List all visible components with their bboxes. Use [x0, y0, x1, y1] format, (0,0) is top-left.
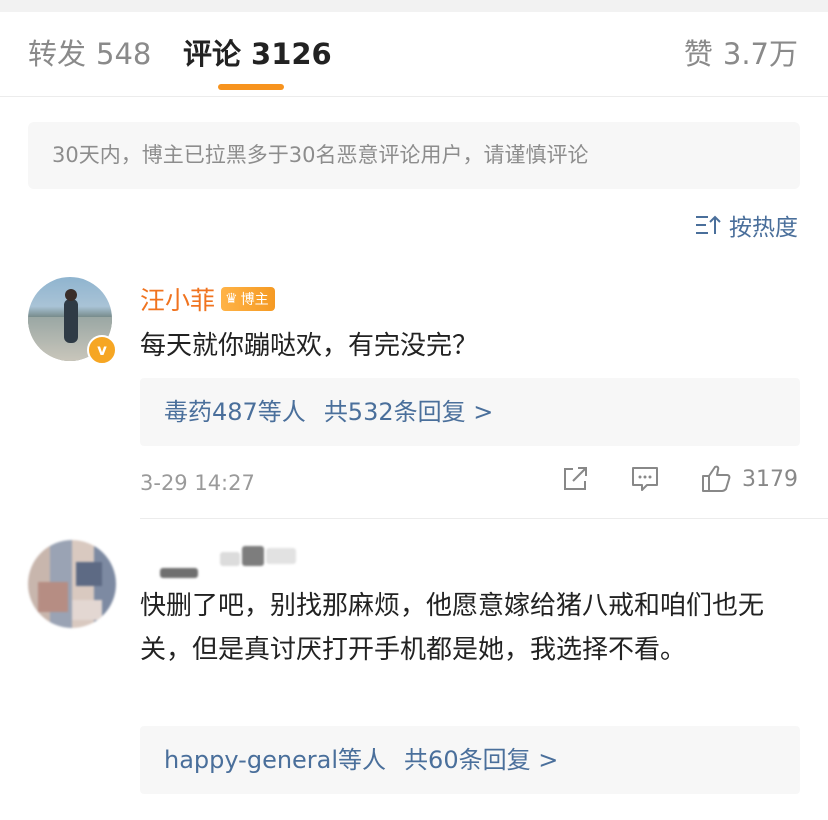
- status-strip: [0, 0, 828, 12]
- reply-users: happy-general等人: [164, 746, 387, 774]
- sort-label: 按热度: [729, 215, 798, 241]
- comment-warning-notice: 30天内，博主已拉黑多于30名恶意评论用户，请谨慎评论: [28, 122, 800, 189]
- tab-comment-count: 3126: [251, 37, 332, 71]
- blogger-badge: ♛ 博主: [221, 287, 275, 311]
- avatar-photo-figure: [64, 299, 78, 343]
- tab-like[interactable]: 赞 3.7万: [684, 36, 798, 72]
- replies-link[interactable]: 毒药487等人 共532条回复 >: [140, 378, 800, 446]
- reply-count: 共532条回复 >: [323, 398, 494, 426]
- comment-divider: [140, 518, 828, 519]
- reply-button[interactable]: [630, 464, 660, 494]
- tab-repost-label: 转发: [28, 37, 87, 71]
- avatar-blurred[interactable]: [28, 540, 116, 628]
- tab-comment[interactable]: 评论 3126: [183, 36, 332, 72]
- tab-bar: 转发 548 评论 3126 赞 3.7万: [0, 12, 828, 97]
- like-count: 3179: [742, 466, 798, 492]
- tab-comment-label: 评论: [183, 37, 242, 71]
- share-icon: [564, 467, 587, 490]
- comment-actions: 3179: [560, 464, 798, 494]
- comment-time: 3-29 14:27: [140, 471, 255, 495]
- replies-link[interactable]: happy-general等人 共60条回复 >: [140, 726, 800, 794]
- reply-users: 毒药487等人: [164, 398, 306, 426]
- avatar-photo-head: [65, 289, 77, 301]
- reply-count: 共60条回复 >: [404, 746, 559, 774]
- crown-icon: ♛: [225, 291, 238, 307]
- comment-text: 每天就你蹦哒欢，有完没完？: [140, 331, 479, 361]
- active-tab-indicator: [218, 84, 284, 90]
- comment-author[interactable]: 汪小菲 ♛ 博主: [140, 281, 275, 317]
- tab-repost[interactable]: 转发 548: [28, 36, 151, 72]
- comment-text: 快删了吧，别找那麻烦，他愿意嫁给猪八戒和咱们也无关，但是真讨厌打开手机都是她，我…: [140, 591, 765, 665]
- sort-icon: [696, 215, 721, 234]
- like-button[interactable]: 3179: [700, 464, 798, 494]
- tab-like-count: 3.7万: [722, 37, 798, 71]
- verified-badge-icon: v: [87, 335, 117, 365]
- comment-icon: [632, 467, 658, 491]
- share-button[interactable]: [560, 464, 590, 494]
- tab-like-label: 赞: [683, 37, 713, 71]
- thumbs-up-icon: [702, 465, 731, 492]
- comment-author-blurred[interactable]: [160, 546, 300, 578]
- comment-author-name: 汪小菲: [140, 286, 216, 315]
- sort-by-hot-button[interactable]: 按热度: [695, 208, 798, 242]
- blogger-badge-label: 博主: [240, 292, 269, 308]
- tab-repost-count: 548: [96, 37, 152, 71]
